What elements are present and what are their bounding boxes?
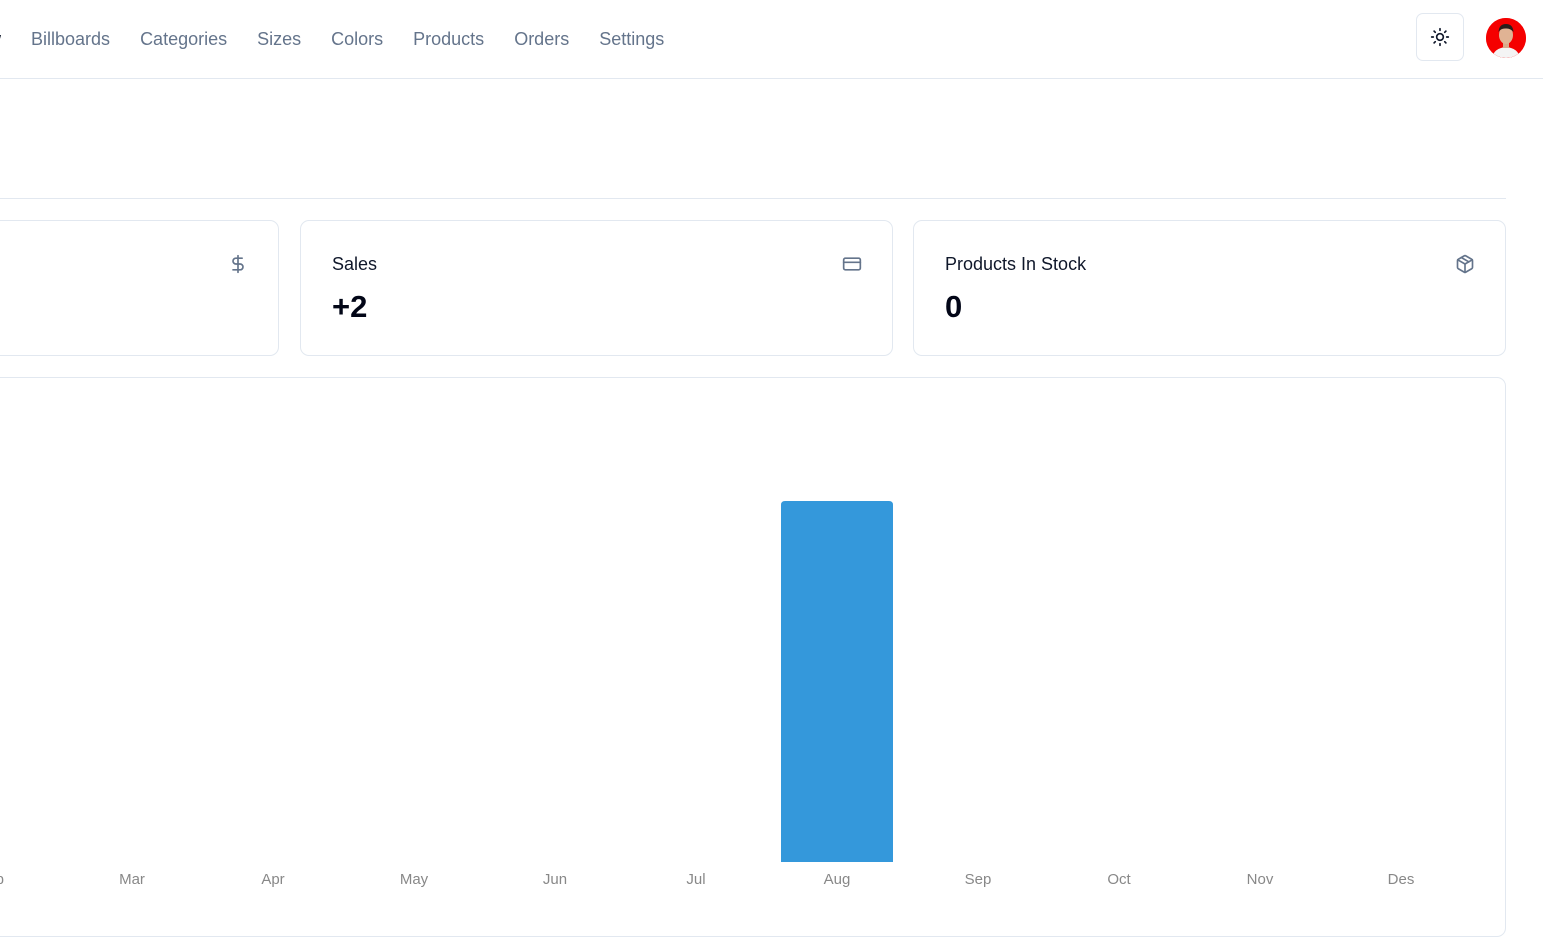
x-tick-label-sep: Sep	[965, 871, 992, 888]
nav-orders[interactable]: Orders	[514, 29, 569, 50]
nav-settings[interactable]: Settings	[599, 29, 664, 50]
x-tick-label-aug: Aug	[824, 871, 851, 888]
x-tick-label-apr: Apr	[261, 871, 284, 888]
user-photo-icon	[1486, 18, 1526, 58]
x-tick-label-jun: Jun	[543, 871, 567, 888]
dollar-sign-icon	[232, 254, 244, 274]
card-title: Sales	[332, 254, 378, 274]
sales-card: Sales +2	[300, 220, 893, 356]
user-avatar[interactable]	[1486, 18, 1526, 58]
theme-toggle-button[interactable]	[1416, 13, 1464, 61]
nav-products[interactable]: Products	[413, 29, 484, 50]
x-tick-label-jul: Jul	[686, 871, 705, 888]
nav-categories[interactable]: Categories	[140, 29, 227, 50]
card-value: 0	[945, 289, 963, 324]
nav-billboards[interactable]: Billboards	[31, 29, 110, 50]
main-nav: iew Billboards Categories Sizes Colors P…	[0, 0, 694, 78]
package-icon	[1456, 254, 1474, 274]
bar-aug	[781, 501, 893, 862]
x-tick-label-feb: Feb	[0, 871, 4, 888]
products-in-stock-card: Products In Stock 0	[913, 220, 1506, 356]
nav-sizes[interactable]: Sizes	[257, 29, 301, 50]
credit-card-icon	[842, 257, 862, 271]
revenue-bar-chart: Feb Mar Apr May Jun Jul Aug Sep Oct Nov Des	[0, 501, 1415, 888]
sun-icon	[1430, 27, 1450, 47]
overview-chart-card: Feb Mar Apr May Jun Jul Aug Sep Oct Nov Des	[0, 377, 1506, 937]
x-tick-label-mar: Mar	[119, 871, 145, 888]
total-revenue-card	[0, 220, 279, 356]
nav-overview[interactable]: iew	[0, 29, 1, 50]
header-divider	[0, 198, 1506, 199]
x-tick-label-des: Des	[1388, 871, 1415, 888]
x-tick-label-oct: Oct	[1107, 871, 1131, 888]
x-tick-label-nov: Nov	[1247, 871, 1274, 888]
card-title: Products In Stock	[945, 254, 1087, 274]
nav-colors[interactable]: Colors	[331, 29, 383, 50]
top-navbar: iew Billboards Categories Sizes Colors P…	[0, 0, 1543, 79]
x-tick-label-may: May	[400, 871, 429, 888]
card-value: +2	[332, 289, 368, 324]
